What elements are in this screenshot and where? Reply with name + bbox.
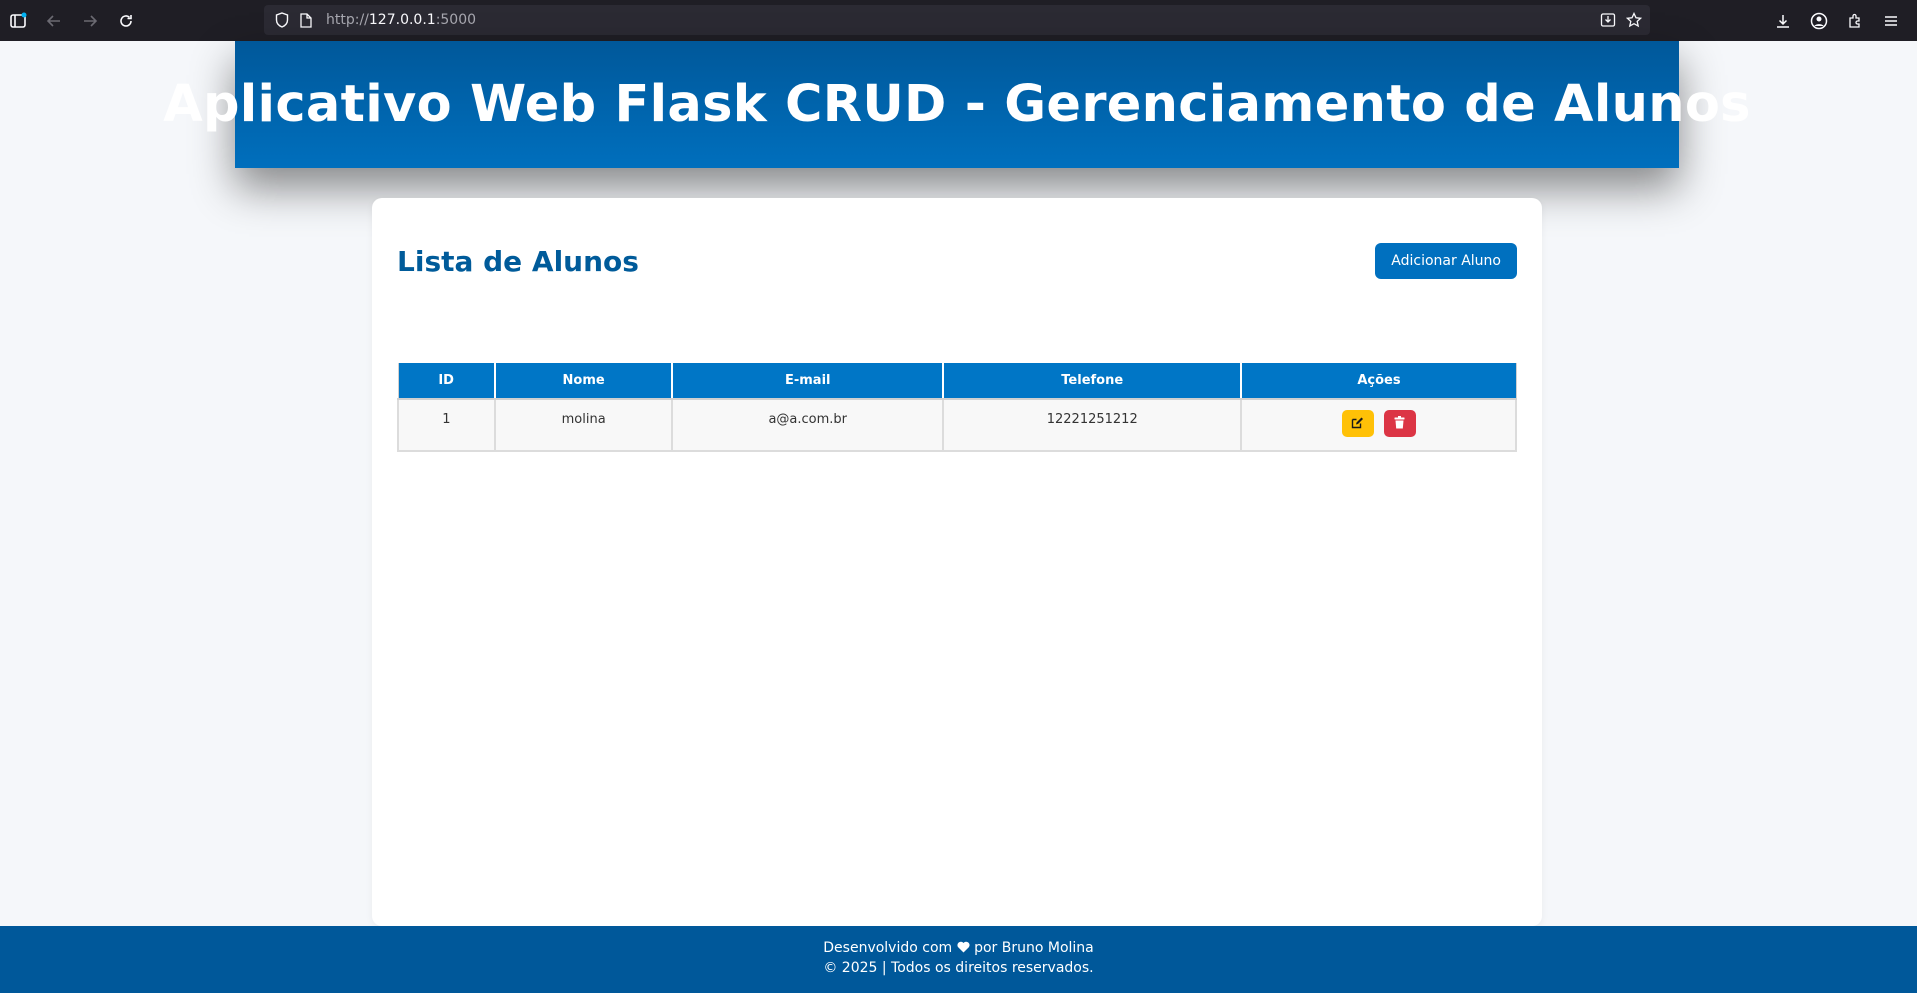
cell-email: a@a.com.br — [671, 398, 944, 452]
delete-button[interactable] — [1383, 410, 1416, 437]
students-card: Lista de Alunos Adicionar Aluno ID Nome … — [372, 198, 1542, 926]
column-header-id: ID — [397, 361, 496, 400]
trash-icon — [1394, 415, 1405, 432]
site-header: Aplicativo Web Flask CRUD - Gerenciament… — [163, 41, 1751, 168]
footer-credit-prefix: Desenvolvido com — [823, 940, 953, 956]
footer-credit-suffix: por Bruno Molina — [974, 940, 1094, 956]
column-header-nome: Nome — [493, 361, 674, 400]
shield-icon[interactable] — [270, 5, 294, 35]
bookmark-star-icon[interactable] — [1624, 10, 1644, 30]
section-title: Lista de Alunos — [397, 245, 639, 278]
cell-nome: molina — [493, 398, 674, 452]
menu-icon[interactable] — [1873, 0, 1909, 41]
url-bar[interactable]: http://127.0.0.1:5000 — [264, 5, 1650, 35]
column-header-acoes: Ações — [1240, 361, 1517, 400]
footer-copyright: © 2025 | Todos os direitos reservados. — [823, 960, 1094, 976]
table-header-row: ID Nome E-mail Telefone Ações — [397, 361, 1517, 400]
back-icon[interactable] — [36, 0, 72, 41]
browser-toolbar: http://127.0.0.1:5000 — [0, 0, 1917, 41]
column-header-email: E-mail — [671, 361, 944, 400]
footer-credit: Desenvolvido com por Bruno Molina — [0, 938, 1917, 958]
page-footer: Desenvolvido com por Bruno Molina © 2025… — [0, 926, 1917, 993]
page-icon[interactable] — [294, 5, 318, 35]
reload-icon[interactable] — [108, 0, 144, 41]
account-icon[interactable] — [1801, 0, 1837, 41]
url-text: http://127.0.0.1:5000 — [326, 12, 477, 28]
downloads-icon[interactable] — [1765, 0, 1801, 41]
reader-download-icon[interactable] — [1598, 10, 1618, 30]
extensions-icon[interactable] — [1837, 0, 1873, 41]
cell-telefone: 12221251212 — [941, 398, 1243, 452]
forward-icon[interactable] — [72, 0, 108, 41]
cell-actions — [1240, 398, 1517, 452]
page-title: Aplicativo Web Flask CRUD - Gerenciament… — [163, 75, 1751, 134]
edit-button[interactable] — [1341, 410, 1374, 437]
cell-id: 1 — [397, 398, 496, 452]
column-header-telefone: Telefone — [941, 361, 1243, 400]
students-table: ID Nome E-mail Telefone Ações 1 molina a… — [397, 361, 1517, 452]
edit-icon — [1351, 416, 1364, 432]
sidebar-toggle-icon[interactable] — [0, 0, 36, 41]
add-student-button[interactable]: Adicionar Aluno — [1375, 243, 1517, 279]
table-row: 1 molina a@a.com.br 12221251212 — [397, 398, 1517, 452]
heart-icon — [957, 940, 970, 956]
